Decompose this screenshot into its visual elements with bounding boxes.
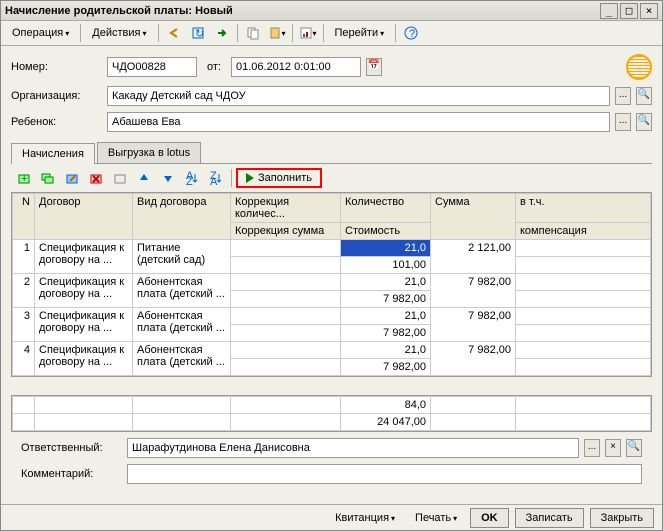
child-field[interactable]: Абашева Ева xyxy=(107,112,610,132)
resp-select-icon[interactable]: ... xyxy=(584,439,600,457)
org-select-icon[interactable]: ... xyxy=(615,87,631,105)
maximize-button[interactable]: □ xyxy=(620,3,638,19)
resp-clear-icon[interactable]: × xyxy=(605,439,621,457)
add-row-icon[interactable]: + xyxy=(13,168,35,188)
menu-actions[interactable]: Действия▾ xyxy=(85,23,153,43)
resp-search-icon[interactable]: 🔍 xyxy=(626,439,642,457)
col-comp1[interactable]: в т.ч. xyxy=(516,194,651,223)
tabs: Начисления Выгрузка в lotus xyxy=(11,142,652,164)
move-up-icon[interactable] xyxy=(133,168,155,188)
menubar: Операция▾ Действия▾ ↻ ▾ ▾ Перейти▾ ? xyxy=(1,21,662,46)
receipt-button[interactable]: Квитанция▾ xyxy=(328,508,402,528)
svg-text:?: ? xyxy=(409,28,415,40)
paste-icon[interactable]: ▾ xyxy=(266,23,288,43)
minimize-button[interactable]: _ xyxy=(600,3,618,19)
close-button[interactable]: × xyxy=(640,3,658,19)
go-icon[interactable] xyxy=(211,23,233,43)
grid-toolbar: + AZ ZA Заполнить xyxy=(11,164,652,192)
date-field[interactable]: 01.06.2012 0:01:00 xyxy=(231,57,361,77)
add-rows-icon[interactable] xyxy=(37,168,59,188)
col-corr-sum[interactable]: Коррекция сумма xyxy=(231,223,341,240)
form-area: Номер: ЧДО00828 от: 01.06.2012 0:01:00 📅… xyxy=(1,46,662,504)
col-type[interactable]: Вид договора xyxy=(133,194,231,240)
col-n[interactable]: N xyxy=(13,194,35,240)
tab-accruals[interactable]: Начисления xyxy=(11,143,95,164)
number-field[interactable]: ЧДО00828 xyxy=(107,57,197,77)
window: Начисление родительской платы: Новый _ □… xyxy=(0,0,663,531)
org-search-icon[interactable]: 🔍 xyxy=(636,87,652,105)
tab-export[interactable]: Выгрузка в lotus xyxy=(97,142,201,163)
org-label: Организация: xyxy=(11,90,101,102)
resp-field[interactable]: Шарафутдинова Елена Данисовна xyxy=(127,438,579,458)
refresh-icon[interactable]: ↻ xyxy=(187,23,209,43)
sort-desc-icon[interactable]: ZA xyxy=(205,168,227,188)
print-button[interactable]: Печать▾ xyxy=(408,508,464,528)
table-row[interactable]: 4Спецификация к договору на ...Абонентск… xyxy=(13,342,651,359)
ok-button[interactable]: OK xyxy=(470,508,509,528)
totals-grid: 84,0 24 047,00 xyxy=(11,395,652,432)
sort-asc-icon[interactable]: AZ xyxy=(181,168,203,188)
table-row[interactable]: 1Спецификация к договору на ...Питание (… xyxy=(13,240,651,257)
move-down-icon[interactable] xyxy=(157,168,179,188)
copy-row-icon[interactable] xyxy=(109,168,131,188)
report-icon[interactable]: ▾ xyxy=(297,23,319,43)
org-field[interactable]: Какаду Детский сад ЧДОУ xyxy=(107,86,610,106)
col-contract[interactable]: Договор xyxy=(35,194,133,240)
from-label: от: xyxy=(207,61,221,73)
menu-goto[interactable]: Перейти▾ xyxy=(328,23,392,43)
copy-icon[interactable] xyxy=(242,23,264,43)
calendar-icon[interactable]: 📅 xyxy=(366,58,382,76)
col-qty[interactable]: Количество xyxy=(341,194,431,223)
fill-button[interactable]: Заполнить xyxy=(236,168,322,188)
status-icon xyxy=(626,54,652,80)
table-row[interactable]: 3Спецификация к договору на ...Абонентск… xyxy=(13,308,651,325)
play-icon xyxy=(246,173,254,183)
svg-text:Z: Z xyxy=(186,176,193,185)
col-comp2[interactable]: компенсация xyxy=(516,223,651,240)
child-label: Ребенок: xyxy=(11,116,101,128)
comment-field[interactable] xyxy=(127,464,642,484)
col-sum[interactable]: Сумма xyxy=(431,194,516,240)
total-cost: 24 047,00 xyxy=(341,414,431,431)
svg-text:+: + xyxy=(21,173,27,185)
col-cost[interactable]: Стоимость xyxy=(341,223,431,240)
window-title: Начисление родительской платы: Новый xyxy=(5,5,598,17)
save-button[interactable]: Записать xyxy=(515,508,584,528)
help-icon[interactable]: ? xyxy=(400,23,422,43)
child-search-icon[interactable]: 🔍 xyxy=(636,113,652,131)
table-row[interactable]: 2Спецификация к договору на ...Абонентск… xyxy=(13,274,651,291)
menu-operation[interactable]: Операция▾ xyxy=(5,23,76,43)
nav-back-icon[interactable] xyxy=(163,23,185,43)
comment-label: Комментарий: xyxy=(21,468,121,480)
total-qty: 84,0 xyxy=(341,397,431,414)
number-label: Номер: xyxy=(11,61,101,73)
footer: Квитанция▾ Печать▾ OK Записать Закрыть xyxy=(1,504,662,530)
cancel-button[interactable]: Закрыть xyxy=(590,508,654,528)
resp-label: Ответственный: xyxy=(21,442,121,454)
grid[interactable]: N Договор Вид договора Коррекция количес… xyxy=(11,192,652,377)
svg-text:↻: ↻ xyxy=(195,28,204,40)
titlebar: Начисление родительской платы: Новый _ □… xyxy=(1,1,662,21)
col-corr-qty[interactable]: Коррекция количес... xyxy=(231,194,341,223)
child-select-icon[interactable]: ... xyxy=(615,113,631,131)
edit-row-icon[interactable] xyxy=(61,168,83,188)
delete-row-icon[interactable] xyxy=(85,168,107,188)
